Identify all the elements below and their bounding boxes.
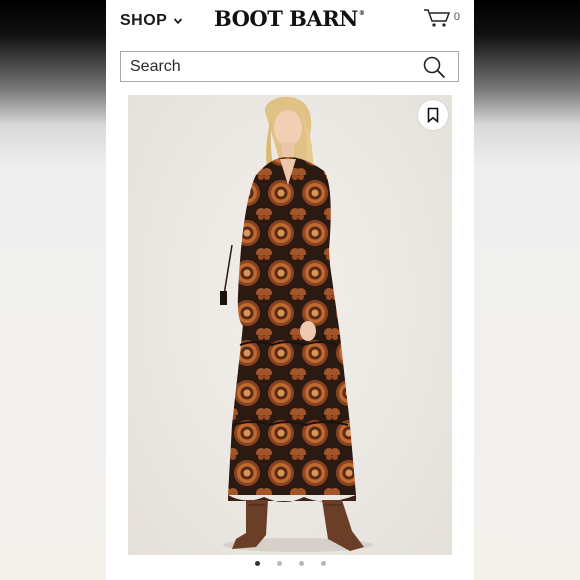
carousel-dot[interactable]: [254, 561, 260, 566]
background-right: [474, 0, 580, 580]
product-image[interactable]: [128, 95, 452, 555]
carousel-indicators: [106, 561, 474, 571]
site-header: SHOP BOOT BARN® 0: [106, 0, 474, 40]
boot-barn-logo[interactable]: BOOT BARN®: [214, 6, 365, 31]
search-bar: [120, 51, 459, 82]
background-left: [0, 0, 106, 580]
carousel-dot[interactable]: [298, 561, 304, 566]
cart-button[interactable]: 0: [423, 8, 460, 28]
search-input[interactable]: [121, 52, 420, 81]
model-photo: [220, 96, 373, 552]
carousel-dot[interactable]: [320, 561, 326, 566]
chevron-down-icon: [174, 18, 183, 25]
save-bookmark-button[interactable]: [418, 100, 448, 130]
carousel-dot[interactable]: [276, 561, 282, 566]
shop-menu-button[interactable]: SHOP: [120, 10, 183, 32]
search-icon[interactable]: [422, 55, 446, 79]
cart-count: 0: [453, 11, 460, 23]
cart-icon: [423, 9, 450, 27]
shop-label: SHOP: [120, 12, 168, 29]
bookmark-icon: [427, 107, 439, 123]
phone-screen: SHOP BOOT BARN® 0: [106, 0, 474, 580]
